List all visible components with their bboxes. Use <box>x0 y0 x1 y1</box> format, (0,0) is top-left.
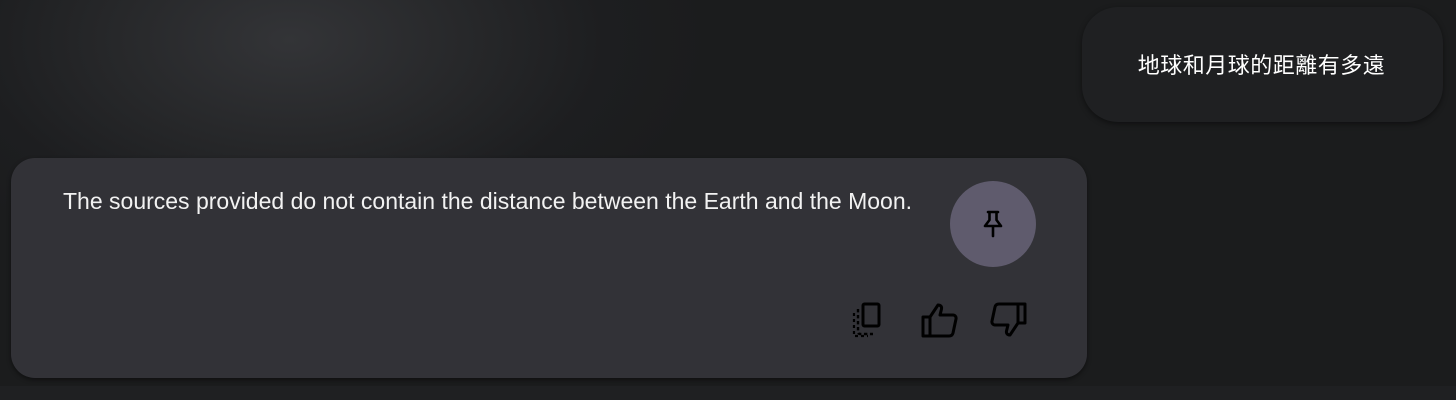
copy-icon <box>850 301 884 339</box>
response-card: The sources provided do not contain the … <box>11 158 1087 378</box>
pin-button[interactable] <box>950 181 1036 267</box>
thumbs-down-button[interactable] <box>987 298 1031 342</box>
bottom-divider <box>0 386 1456 400</box>
pin-icon <box>980 209 1006 239</box>
thumbs-up-button[interactable] <box>917 298 961 342</box>
user-message-text: 地球和月球的距離有多遠 <box>1137 53 1386 78</box>
copy-button[interactable] <box>845 298 889 342</box>
thumbs-up-icon <box>919 301 959 339</box>
thumbs-down-icon <box>989 301 1029 339</box>
response-text: The sources provided do not contain the … <box>63 188 913 214</box>
user-message-bubble: 地球和月球的距離有多遠 <box>1082 7 1443 122</box>
